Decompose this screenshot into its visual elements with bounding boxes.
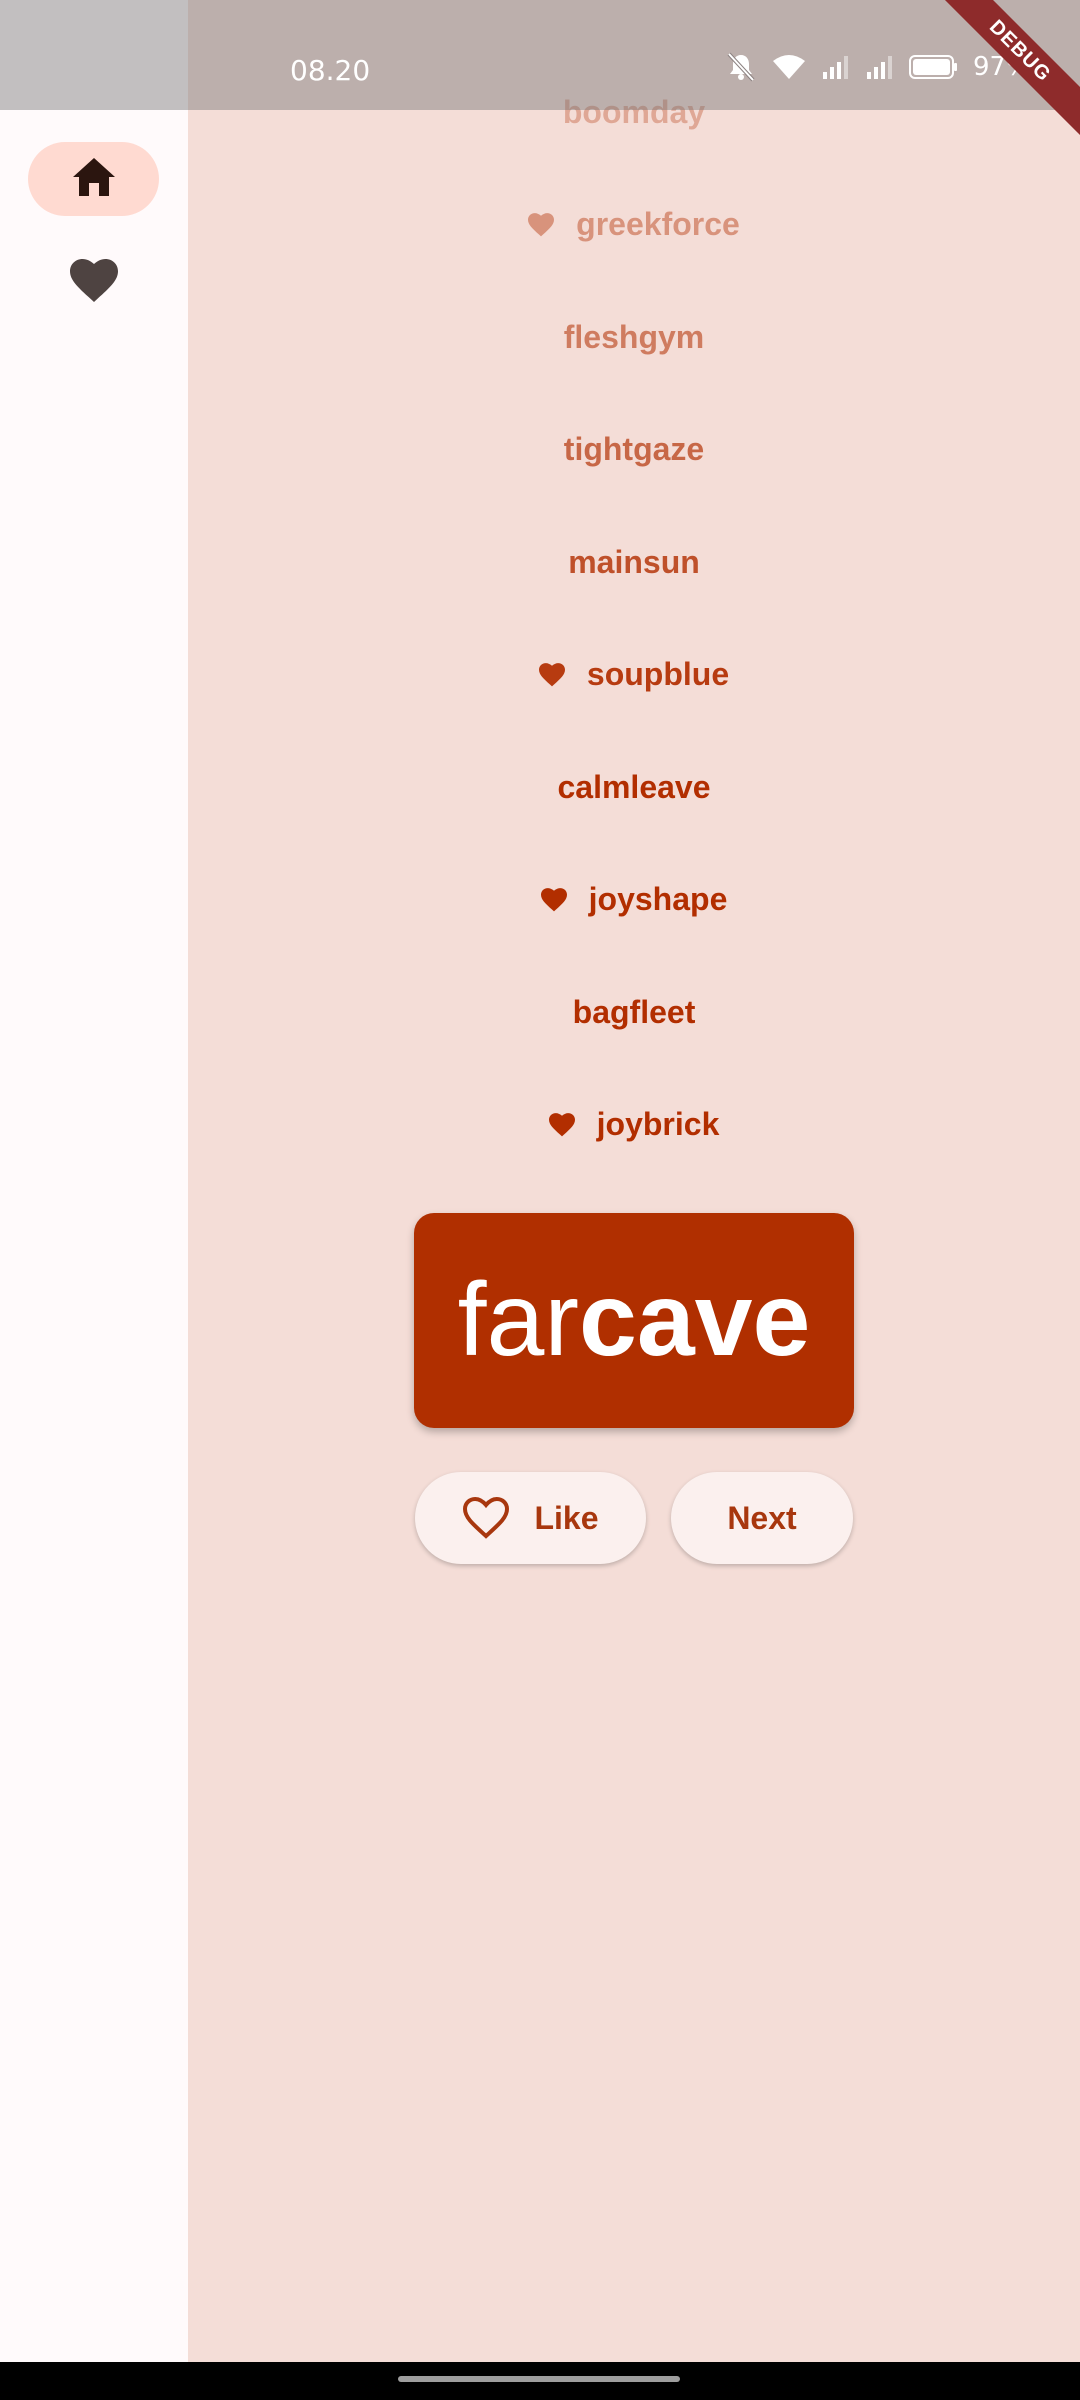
debug-label: DEBUG — [930, 0, 1080, 141]
like-button-label: Like — [534, 1499, 599, 1536]
nav-rail-favorites[interactable] — [28, 246, 159, 320]
history-item-label: soupblue — [586, 656, 730, 692]
home-indicator[interactable] — [398, 2376, 680, 2382]
like-button[interactable]: Like — [415, 1472, 646, 1564]
history-item: mainsun — [188, 532, 1080, 592]
history-item: soupblue — [188, 645, 1080, 705]
history-item: fleshgym — [188, 307, 1080, 367]
status-time: 08.20 — [290, 54, 371, 87]
home-icon — [71, 156, 117, 203]
history-item: joybrick — [188, 1095, 1080, 1155]
history-item-label: mainsun — [568, 543, 700, 580]
mute-icon — [725, 52, 757, 82]
signal-icon — [821, 54, 851, 80]
heart-outline-icon — [462, 1496, 510, 1540]
history-item: bagfleet — [188, 982, 1080, 1042]
next-button-label: Next — [727, 1499, 797, 1536]
wifi-icon — [771, 53, 807, 81]
history-item-label: joyshape — [588, 881, 728, 917]
history-item-label: tightgaze — [563, 431, 705, 467]
history-item-label: bagfleet — [572, 993, 696, 1030]
current-word-pair-card: far cave — [414, 1213, 854, 1428]
history-item-label: fleshgym — [563, 318, 705, 355]
pair-first-word: far — [457, 1262, 579, 1378]
favorite-heart-icon — [540, 887, 567, 912]
favorite-heart-icon — [548, 1112, 575, 1137]
pair-second-word: cave — [579, 1262, 811, 1378]
nav-rail-home[interactable] — [28, 142, 159, 216]
history-item-label: calmleave — [557, 768, 711, 805]
history-item: calmleave — [188, 757, 1080, 817]
favorite-heart-icon — [538, 662, 565, 687]
history-item-label: joybrick — [596, 1106, 720, 1142]
history-item: tightgaze — [188, 420, 1080, 480]
next-button[interactable]: Next — [671, 1472, 853, 1564]
history-item: greekforce — [188, 195, 1080, 255]
navigation-rail — [0, 0, 188, 2362]
signal-icon — [865, 54, 895, 80]
status-bar: 08.20 97% — [0, 0, 1080, 110]
history-item: joyshape — [188, 870, 1080, 930]
debug-banner: DEBUG — [930, 0, 1080, 150]
favorite-heart-icon — [528, 212, 555, 237]
heart-icon — [69, 258, 118, 308]
history-item-label: greekforce — [576, 206, 740, 242]
